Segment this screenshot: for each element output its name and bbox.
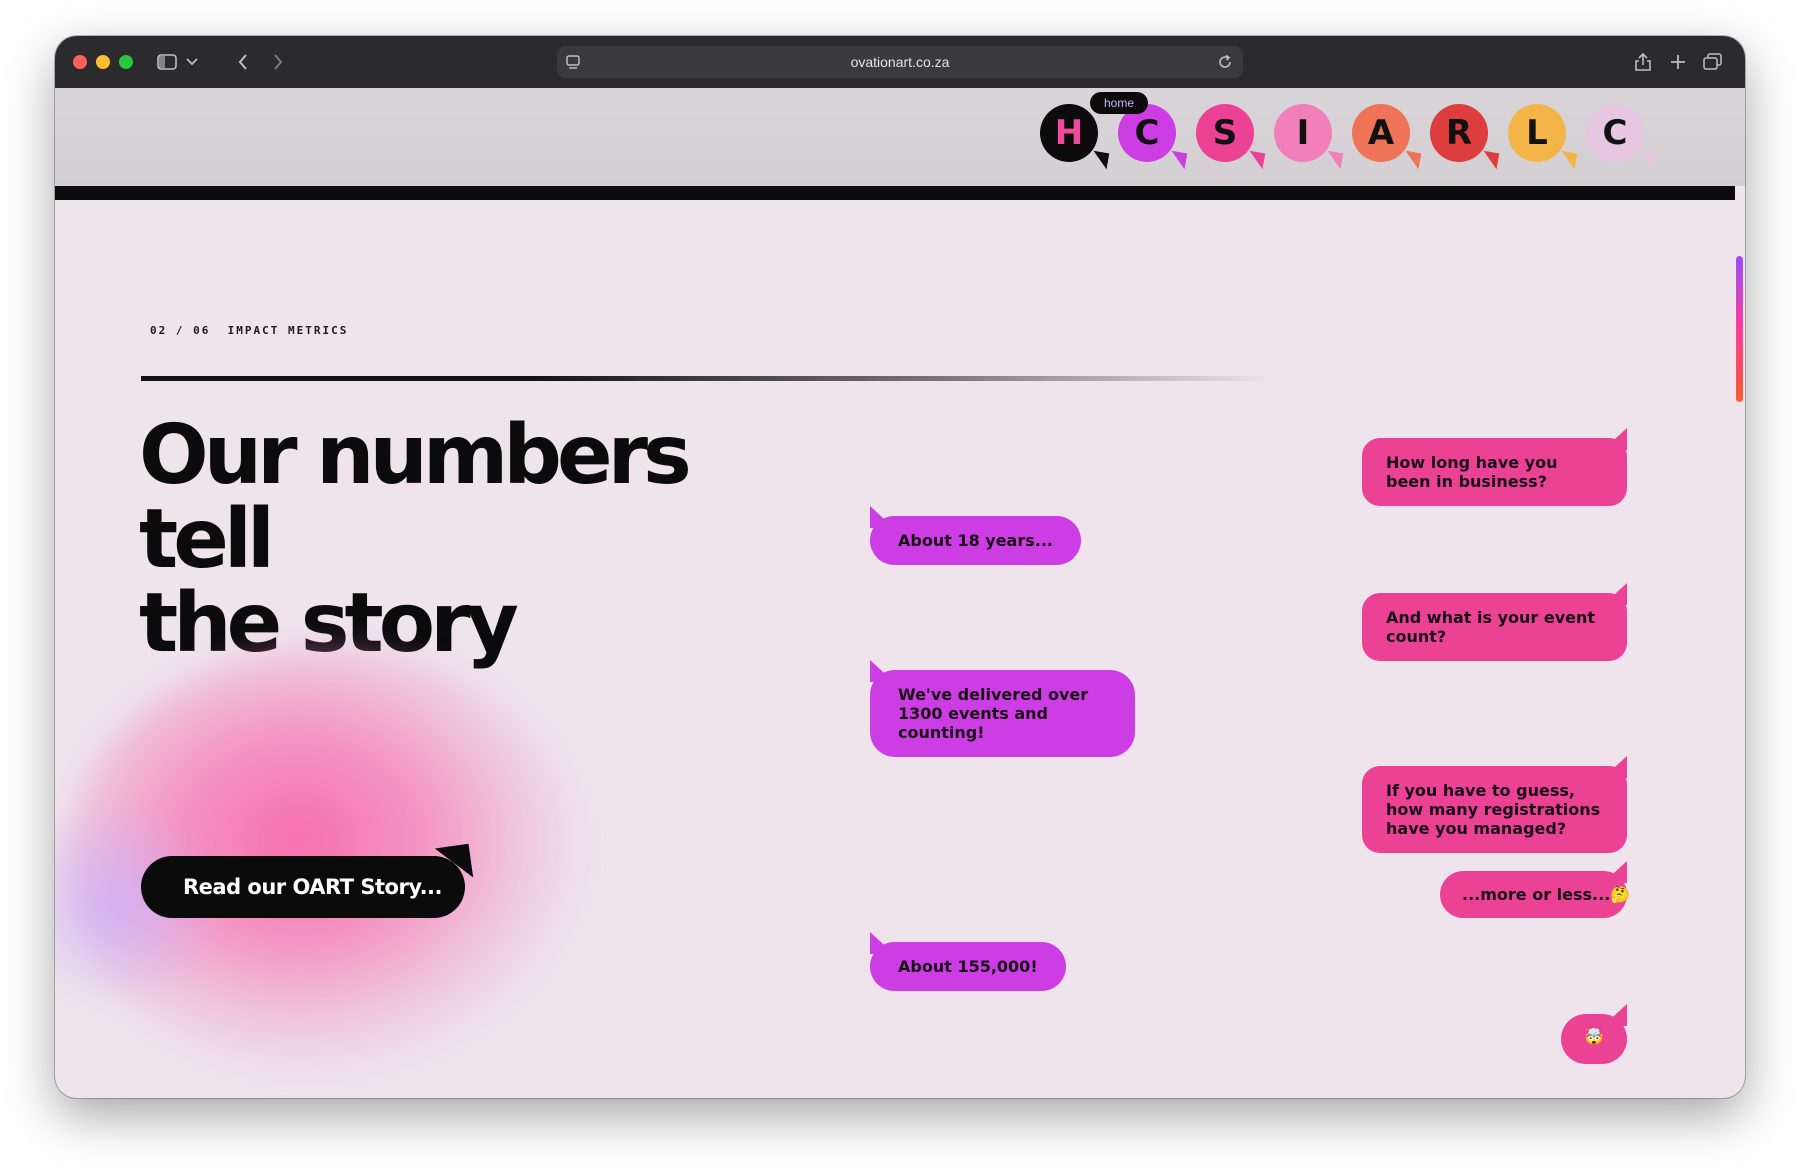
chat-answer-bubble: About 155,000! xyxy=(870,932,1066,991)
nav-item-5[interactable]: A xyxy=(1352,104,1422,170)
nav-bubble-tail xyxy=(1558,150,1578,170)
chat-question-text: ...more or less...🤔 xyxy=(1462,885,1631,904)
nav-item-4[interactable]: I xyxy=(1274,104,1344,170)
sidebar-icon[interactable] xyxy=(155,48,179,76)
bubble-tail xyxy=(1603,861,1627,883)
bubble-tail xyxy=(1603,756,1627,778)
nav-item-6[interactable]: R xyxy=(1430,104,1500,170)
nav-item-letter: S xyxy=(1196,104,1254,162)
share-icon[interactable] xyxy=(1630,48,1656,76)
bubble-tail xyxy=(1603,583,1627,605)
nav-item-letter: H xyxy=(1040,104,1098,162)
url-text: ovationart.co.za xyxy=(850,54,950,70)
nav-item-letter: L xyxy=(1508,104,1566,162)
nav-item-8[interactable]: C xyxy=(1586,104,1656,170)
headline-line-1: Our numbers tell xyxy=(139,408,692,587)
nav-item-letter: C xyxy=(1586,104,1644,162)
chat-answer-bubble: We've delivered over 1300 events and cou… xyxy=(870,660,1135,757)
bubble-tail xyxy=(870,506,894,528)
read-story-button[interactable]: Read our OART Story... xyxy=(141,856,465,918)
forward-icon[interactable] xyxy=(266,48,290,76)
close-window-button[interactable] xyxy=(73,55,87,69)
minimize-window-button[interactable] xyxy=(96,55,110,69)
address-bar[interactable]: ovationart.co.za xyxy=(557,46,1243,78)
nav-bubble-tail xyxy=(1246,150,1266,170)
nav-bubble-tail xyxy=(1090,150,1110,170)
chat-question-bubble: And what is your event count? xyxy=(1362,583,1627,661)
page-title: Our numbers tell the story xyxy=(139,414,839,666)
chevron-down-icon[interactable] xyxy=(183,48,201,76)
nav-bubble-tail xyxy=(1168,150,1188,170)
back-icon[interactable] xyxy=(231,48,255,76)
bubble-tail xyxy=(870,932,894,954)
bubble-tail xyxy=(1603,428,1627,450)
nav-item-letter: R xyxy=(1430,104,1488,162)
chat-question-bubble: If you have to guess, how many registrat… xyxy=(1362,756,1627,853)
nav-item-7[interactable]: L xyxy=(1508,104,1578,170)
chat-question-text: If you have to guess, how many registrat… xyxy=(1386,781,1601,838)
chat-answer-text: About 155,000! xyxy=(898,957,1038,976)
chat-emoji-bubble: 🤯 xyxy=(1561,1004,1627,1064)
chat-question-text: How long have you been in business? xyxy=(1386,453,1558,491)
site-header xyxy=(55,88,1745,186)
chat-answer-text: We've delivered over 1300 events and cou… xyxy=(898,685,1089,742)
bubble-tail xyxy=(870,660,894,682)
nav-item-letter: A xyxy=(1352,104,1410,162)
nav-item-3[interactable]: S xyxy=(1196,104,1266,170)
bubble-tail xyxy=(1603,1004,1627,1026)
emoji-text: 🤯 xyxy=(1584,1027,1604,1046)
header-divider xyxy=(55,186,1735,200)
browser-window: ovationart.co.za HCSIARLC home 02 / 06 I… xyxy=(55,36,1745,1098)
section-divider xyxy=(141,376,1271,381)
chat-question-bubble: ...more or less...🤔 xyxy=(1440,861,1631,918)
chat-question-bubble: How long have you been in business? xyxy=(1362,428,1627,506)
nav-bubble-tail xyxy=(1324,150,1344,170)
tab-overview-icon[interactable] xyxy=(1700,48,1726,76)
nav-bubble-tail xyxy=(1402,150,1422,170)
browser-toolbar: ovationart.co.za xyxy=(55,36,1745,88)
zoom-window-button[interactable] xyxy=(119,55,133,69)
nav-bubble-tail xyxy=(1636,150,1656,170)
nav-item-1[interactable]: H xyxy=(1040,104,1110,170)
new-tab-icon[interactable] xyxy=(1665,48,1691,76)
chat-answer-text: About 18 years... xyxy=(898,531,1053,550)
reload-icon[interactable] xyxy=(1215,52,1235,72)
nav-bubble-tail xyxy=(1480,150,1500,170)
chat-answer-bubble: About 18 years... xyxy=(870,506,1081,565)
nav-item-letter: I xyxy=(1274,104,1332,162)
section-label: 02 / 06 IMPACT METRICS xyxy=(150,324,349,337)
scrollbar-thumb[interactable] xyxy=(1736,256,1743,402)
home-tooltip: home xyxy=(1090,92,1148,114)
headline-line-2: the story xyxy=(139,576,519,671)
chat-question-text: And what is your event count? xyxy=(1386,608,1596,646)
